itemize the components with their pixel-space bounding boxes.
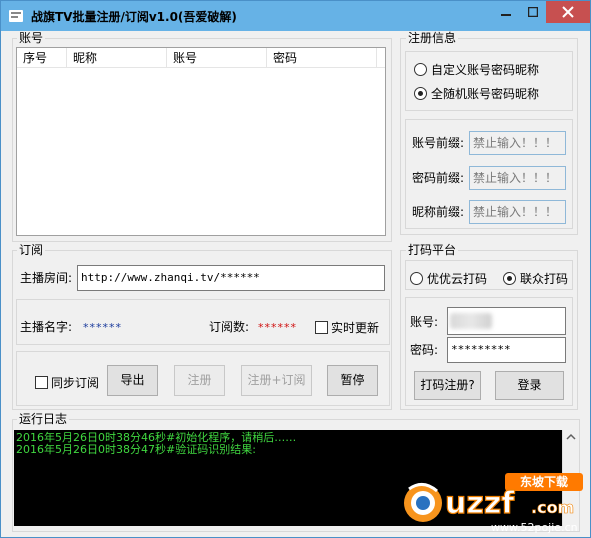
realtime-update-label: 实时更新 [331, 321, 380, 335]
pause-button[interactable]: 暂停 [327, 365, 378, 396]
subscribe-group-label: 订阅 [17, 243, 46, 257]
app-icon [9, 10, 23, 22]
maximize-icon [528, 7, 538, 17]
password-prefix-label: 密码前缀: [412, 171, 465, 185]
register-info-group-label: 注册信息 [406, 31, 459, 45]
main-window: 战旗TV批量注册/订阅v1.0(吾爱破解) 账号 序号 昵称 账号 密码 注册信… [0, 0, 591, 538]
radio-lianzhong[interactable]: 联众打码 [503, 270, 568, 287]
register-mode-box [405, 51, 573, 111]
watermark-brand: uzzf [445, 486, 515, 521]
accounts-group-label: 账号 [17, 31, 46, 45]
radio-youyouyun-label: 优优云打码 [427, 272, 488, 286]
sync-subscribe-label: 同步订阅 [51, 376, 100, 390]
nickname-prefix-label: 昵称前缀: [412, 205, 465, 219]
col-header-password[interactable]: 密码 [267, 48, 377, 68]
uzzf-watermark-logo: 东坡下载 uzzf .com www.52pojie.cn [404, 473, 583, 534]
sync-subscribe-box[interactable] [35, 376, 48, 389]
captcha-account-label: 账号: [410, 315, 439, 329]
redacted-account-value [450, 313, 492, 329]
sync-subscribe-checkbox[interactable]: 同步订阅 [35, 374, 99, 391]
col-header-account[interactable]: 账号 [167, 48, 267, 68]
sub-count-value: ****** [258, 321, 297, 334]
radio-lianzhong-indicator[interactable] [503, 272, 516, 285]
close-icon [562, 6, 574, 18]
captcha-password-input[interactable]: ********* [447, 337, 566, 363]
accounts-table[interactable]: 序号 昵称 账号 密码 [16, 47, 386, 236]
room-url-input[interactable]: http://www.zhanqi.tv/****** [77, 265, 385, 291]
log-group-label: 运行日志 [17, 412, 70, 426]
realtime-update-box[interactable] [315, 321, 328, 334]
minimize-icon [501, 14, 511, 16]
captcha-login-button[interactable]: 登录 [495, 371, 564, 400]
accounts-table-header: 序号 昵称 账号 密码 [17, 48, 385, 68]
realtime-update-checkbox[interactable]: 实时更新 [315, 319, 379, 336]
register-button[interactable]: 注册 [174, 365, 225, 396]
room-label: 主播房间: [20, 271, 73, 285]
watermark-suffix: .com [531, 498, 574, 517]
captcha-password-label: 密码: [410, 343, 439, 357]
sub-count-label: 订阅数: [209, 320, 250, 334]
anchor-name-label: 主播名字: [20, 320, 73, 334]
radio-youyouyun[interactable]: 优优云打码 [410, 270, 487, 287]
maximize-button[interactable] [520, 1, 546, 23]
export-button[interactable]: 导出 [107, 365, 158, 396]
radio-random-account-indicator[interactable] [414, 87, 427, 100]
watermark-site: www.52pojie.cn [491, 521, 578, 534]
watermark-tag: 东坡下载 [520, 474, 568, 489]
minimize-button[interactable] [492, 1, 520, 23]
account-prefix-label: 账号前缀: [412, 136, 465, 150]
register-subscribe-button[interactable]: 注册+订阅 [241, 365, 312, 396]
radio-lianzhong-label: 联众打码 [520, 272, 569, 286]
radio-random-account[interactable]: 全随机账号密码昵称 [414, 85, 539, 102]
scroll-up-arrow-icon[interactable] [563, 430, 579, 444]
account-prefix-input[interactable]: 禁止输入！！！ [469, 131, 566, 155]
radio-random-account-label: 全随机账号密码昵称 [431, 87, 540, 101]
nickname-prefix-input[interactable]: 禁止输入！！！ [469, 200, 566, 224]
title-bar[interactable]: 战旗TV批量注册/订阅v1.0(吾爱破解) [1, 1, 590, 31]
window-title: 战旗TV批量注册/订阅v1.0(吾爱破解) [31, 10, 237, 24]
radio-custom-account[interactable]: 自定义账号密码昵称 [414, 61, 539, 78]
radio-youyouyun-indicator[interactable] [410, 272, 423, 285]
captcha-group-label: 打码平台 [406, 243, 459, 257]
col-header-nickname[interactable]: 昵称 [67, 48, 167, 68]
log-line: 2016年5月26日0时38分47秒#验证码识别结果: [16, 443, 256, 456]
col-header-index[interactable]: 序号 [17, 48, 67, 68]
anchor-name-value: ****** [83, 321, 122, 334]
radio-custom-account-label: 自定义账号密码昵称 [431, 63, 540, 77]
close-button[interactable] [546, 1, 590, 23]
password-prefix-input[interactable]: 禁止输入！！！ [469, 166, 566, 190]
captcha-register-button[interactable]: 打码注册? [414, 371, 481, 400]
radio-custom-account-indicator[interactable] [414, 63, 427, 76]
